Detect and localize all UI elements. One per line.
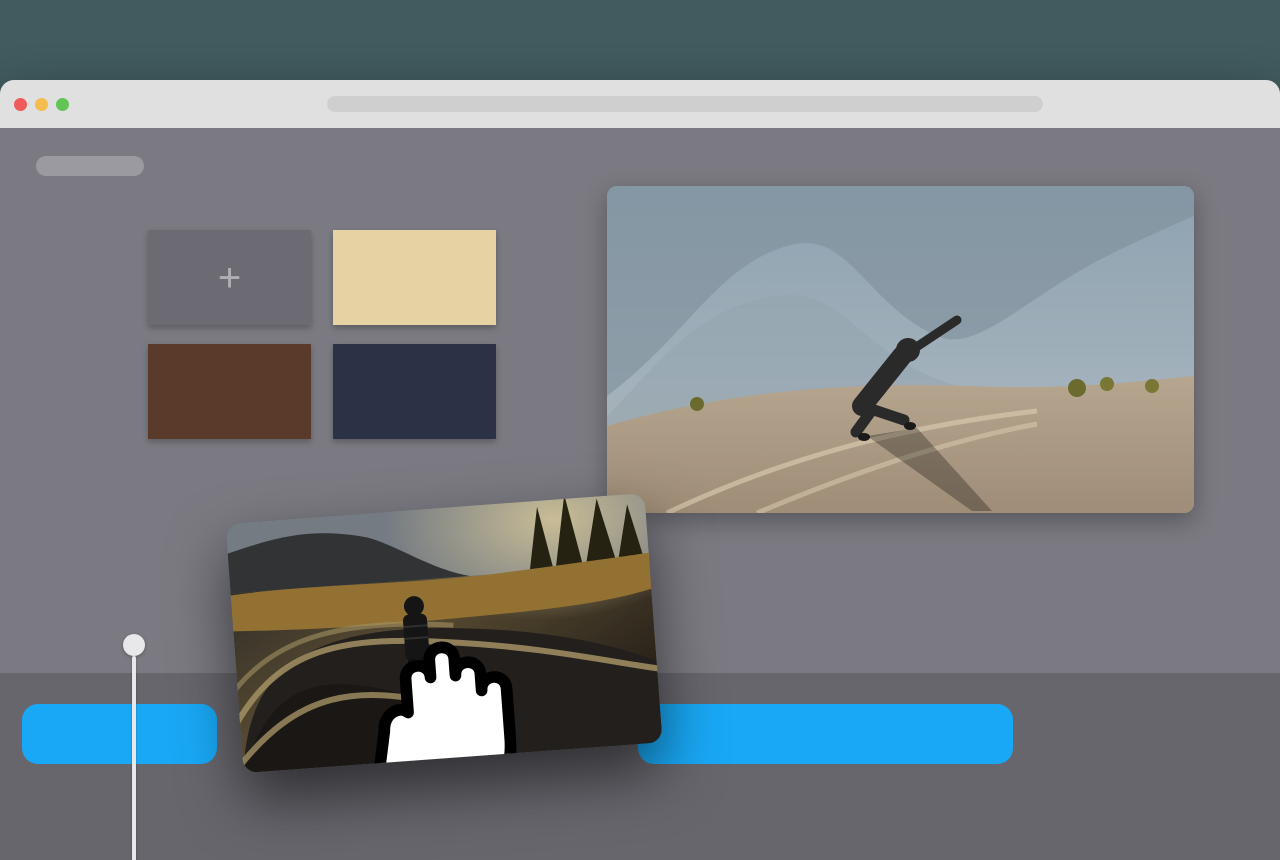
toolbar-placeholder — [36, 156, 144, 176]
playhead-handle[interactable] — [123, 634, 145, 656]
media-card-dragging[interactable] — [225, 493, 662, 773]
playhead-line — [132, 656, 136, 860]
titlebar — [0, 80, 1280, 128]
preview-image — [607, 186, 1194, 513]
app-canvas: + — [0, 128, 1280, 860]
timeline-clip[interactable] — [638, 704, 1013, 764]
timeline-playhead[interactable] — [123, 634, 145, 860]
preview-panel[interactable] — [607, 186, 1194, 513]
close-window-button[interactable] — [14, 98, 27, 111]
grab-cursor-icon — [232, 578, 663, 773]
timeline-clip[interactable] — [22, 704, 217, 764]
maximize-window-button[interactable] — [56, 98, 69, 111]
minimize-window-button[interactable] — [35, 98, 48, 111]
plus-icon: + — [218, 258, 241, 298]
address-bar[interactable] — [327, 96, 1043, 112]
browser-window: + — [0, 80, 1280, 860]
color-swatch[interactable] — [148, 344, 311, 439]
add-swatch-button[interactable]: + — [148, 230, 311, 325]
color-swatch[interactable] — [333, 344, 496, 439]
color-swatch[interactable] — [333, 230, 496, 325]
